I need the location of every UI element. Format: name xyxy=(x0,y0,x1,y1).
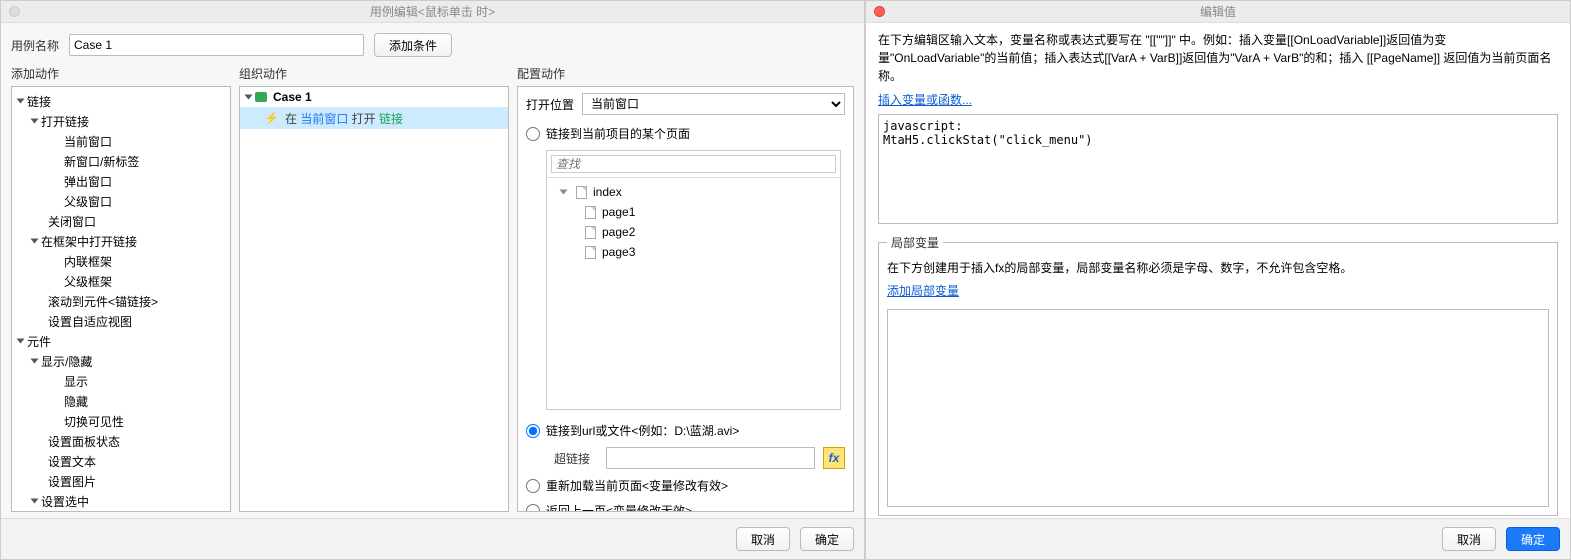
action-row[interactable]: ⚡ 在 当前窗口 打开 链接 xyxy=(240,107,508,129)
radio-link-url[interactable] xyxy=(526,424,540,438)
dialog-title: 编辑值 xyxy=(1200,3,1236,20)
expression-textarea[interactable] xyxy=(878,114,1558,224)
close-icon[interactable] xyxy=(9,6,20,17)
dialog-title: 用例编辑<鼠标单击 时> xyxy=(370,3,495,20)
organize-action-header: 组织动作 xyxy=(239,65,509,86)
titlebar: 用例编辑<鼠标单击 时> xyxy=(1,1,864,23)
case-name-input[interactable] xyxy=(69,34,364,56)
configure-action-header: 配置动作 xyxy=(517,65,854,86)
ok-button[interactable]: 确定 xyxy=(1506,527,1560,551)
open-at-select[interactable]: 当前窗口 xyxy=(582,93,845,115)
page-icon xyxy=(576,186,587,199)
intro-text: 在下方编辑区输入文本，变量名称或表达式要写在 "[[""]]" 中。例如：插入变… xyxy=(878,31,1558,85)
add-condition-button[interactable]: 添加条件 xyxy=(374,33,452,57)
chevron-down-icon[interactable] xyxy=(31,119,39,124)
chevron-down-icon[interactable] xyxy=(31,239,39,244)
local-vars-title: 局部变量 xyxy=(887,234,943,251)
hyperlink-input[interactable] xyxy=(606,447,815,469)
close-icon[interactable] xyxy=(874,6,885,17)
use-case-editor-dialog: 用例编辑<鼠标单击 时> 用例名称 添加条件 添加动作 链接 打开链接 当前窗口… xyxy=(0,0,865,560)
page-icon xyxy=(585,206,596,219)
organize-panel[interactable]: Case 1 ⚡ 在 当前窗口 打开 链接 xyxy=(239,86,509,512)
cancel-button[interactable]: 取消 xyxy=(736,527,790,551)
local-vars-fieldset: 局部变量 在下方创建用于插入fx的局部变量，局部变量名称必须是字母、数字，不允许… xyxy=(878,234,1558,516)
chevron-down-icon[interactable] xyxy=(17,339,25,344)
case-icon xyxy=(255,92,267,102)
configure-panel: 打开位置 当前窗口 链接到当前项目的某个页面 index page1 page2… xyxy=(517,86,854,512)
edit-value-dialog: 编辑值 在下方编辑区输入文本，变量名称或表达式要写在 "[[""]]" 中。例如… xyxy=(865,0,1571,560)
page-icon xyxy=(585,246,596,259)
titlebar: 编辑值 xyxy=(866,1,1570,23)
ok-button[interactable]: 确定 xyxy=(800,527,854,551)
hyperlink-label: 超链接 xyxy=(554,450,598,467)
open-at-label: 打开位置 xyxy=(526,96,574,113)
page-icon xyxy=(585,226,596,239)
page-tree-box: index page1 page2 page3 xyxy=(546,150,841,410)
insert-variable-link[interactable]: 插入变量或函数... xyxy=(878,91,1558,108)
page-search-input[interactable] xyxy=(551,155,836,173)
radio-reload[interactable] xyxy=(526,479,540,493)
chevron-down-icon[interactable] xyxy=(560,190,568,195)
case-name-label: 用例名称 xyxy=(11,37,59,54)
chevron-down-icon[interactable] xyxy=(245,95,253,100)
chevron-down-icon[interactable] xyxy=(17,99,25,104)
local-vars-list[interactable] xyxy=(887,309,1549,507)
chevron-down-icon[interactable] xyxy=(31,499,39,504)
chevron-down-icon[interactable] xyxy=(31,359,39,364)
fx-button[interactable]: fx xyxy=(823,447,845,469)
local-vars-help: 在下方创建用于插入fx的局部变量，局部变量名称必须是字母、数字，不允许包含空格。 xyxy=(887,259,1549,276)
lightning-icon: ⚡ xyxy=(264,111,279,125)
add-local-var-link[interactable]: 添加局部变量 xyxy=(887,282,1549,299)
cancel-button[interactable]: 取消 xyxy=(1442,527,1496,551)
add-action-header: 添加动作 xyxy=(11,65,231,86)
radio-link-page[interactable] xyxy=(526,127,540,141)
radio-back[interactable] xyxy=(526,504,540,513)
actions-tree[interactable]: 链接 打开链接 当前窗口 新窗口/新标签 弹出窗口 父级窗口 关闭窗口 在框架中… xyxy=(11,86,231,512)
